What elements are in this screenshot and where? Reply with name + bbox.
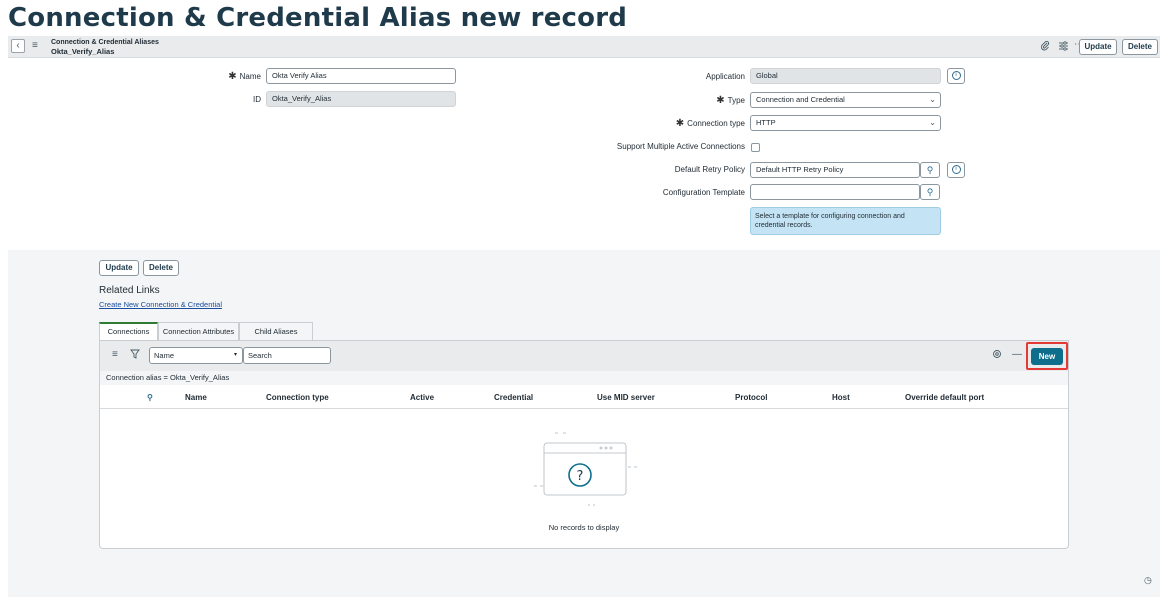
update-button-bottom[interactable]: Update bbox=[99, 260, 139, 276]
tab-connection-attributes[interactable]: Connection Attributes bbox=[158, 322, 239, 340]
application-info-icon[interactable]: i bbox=[947, 68, 965, 84]
history-icon[interactable]: ◷ bbox=[1144, 575, 1152, 586]
empty-state-illustration: ? bbox=[534, 432, 637, 506]
config-template-field[interactable] bbox=[750, 184, 920, 200]
search-column-value: Name bbox=[154, 351, 175, 360]
multiple-active-checkbox[interactable] bbox=[751, 143, 760, 152]
record-name: Okta_Verify_Alias bbox=[51, 47, 115, 56]
caret-down-icon: ▾ bbox=[233, 352, 237, 358]
tab-connections[interactable]: Connections bbox=[99, 322, 158, 340]
required-icon: ✱ bbox=[228, 71, 237, 82]
paperclip-icon[interactable] bbox=[1040, 40, 1050, 55]
column-header-connection-type[interactable]: Connection type bbox=[266, 392, 329, 404]
connection-type-value: HTTP bbox=[756, 118, 776, 127]
empty-state-text: No records to display bbox=[548, 523, 620, 532]
name-field[interactable]: Okta Verify Alias bbox=[266, 68, 456, 84]
column-header-override-default-port[interactable]: Override default port bbox=[905, 392, 984, 404]
id-label: ID bbox=[253, 95, 261, 104]
record-title: Connection & Credential Aliases Okta_Ver… bbox=[51, 38, 159, 56]
connection-type-select[interactable]: HTTP ⌄ bbox=[750, 115, 941, 131]
back-icon[interactable]: ‹ bbox=[11, 39, 25, 53]
search-column-select[interactable]: Name ▾ bbox=[149, 347, 243, 364]
collapse-icon[interactable]: — bbox=[1012, 349, 1022, 361]
application-label: Application bbox=[705, 72, 745, 81]
config-template-hint: Select a template for configuring connec… bbox=[750, 207, 941, 235]
column-header-protocol[interactable]: Protocol bbox=[735, 392, 767, 404]
new-button-highlight: New bbox=[1026, 342, 1068, 370]
application-field: Global bbox=[750, 68, 941, 84]
tab-child-aliases[interactable]: Child Aliases bbox=[239, 322, 313, 340]
chevron-down-icon: ⌄ bbox=[929, 118, 936, 127]
required-icon: ✱ bbox=[675, 118, 685, 129]
related-links-title: Related Links bbox=[99, 285, 160, 296]
connections-list: ≡ Name ▾ Search — New Connection alias = … bbox=[99, 340, 1069, 549]
multiple-active-label: Support Multiple Active Connections bbox=[616, 142, 745, 151]
new-button[interactable]: New bbox=[1031, 348, 1063, 365]
config-template-search-icon[interactable]: ⚲ bbox=[920, 184, 940, 200]
list-menu-icon[interactable]: ≡ bbox=[112, 349, 118, 361]
type-select-value: Connection and Credential bbox=[756, 95, 845, 104]
column-header-active[interactable]: Active bbox=[410, 392, 434, 404]
column-header-credential[interactable]: Credential bbox=[494, 392, 533, 404]
filter-icon[interactable] bbox=[130, 349, 140, 363]
type-label: ✱ Type bbox=[716, 95, 745, 106]
required-icon: ✱ bbox=[716, 95, 725, 106]
retry-policy-search-icon[interactable]: ⚲ bbox=[920, 162, 940, 178]
header-divider bbox=[100, 408, 1068, 409]
type-select[interactable]: Connection and Credential ⌄ bbox=[750, 92, 941, 108]
settings-sliders-icon[interactable] bbox=[1058, 40, 1069, 55]
retry-policy-label: Default Retry Policy bbox=[674, 165, 745, 174]
breadcrumb-table: Connection & Credential Aliases bbox=[51, 39, 159, 46]
config-template-label: Configuration Template bbox=[662, 188, 745, 197]
hamburger-menu-icon[interactable]: ≡ bbox=[32, 40, 38, 52]
retry-policy-info-icon[interactable]: i bbox=[947, 162, 965, 178]
list-settings-icon[interactable] bbox=[992, 349, 1002, 363]
column-header-host[interactable]: Host bbox=[832, 392, 850, 404]
column-header-name[interactable]: Name bbox=[185, 392, 207, 404]
chevron-down-icon: ⌄ bbox=[929, 95, 936, 104]
retry-policy-field[interactable]: Default HTTP Retry Policy bbox=[750, 162, 920, 178]
list-search-input[interactable]: Search bbox=[243, 347, 331, 364]
column-header-use-mid-server[interactable]: Use MID server bbox=[597, 392, 655, 404]
svg-text:?: ? bbox=[577, 469, 584, 484]
delete-button[interactable]: Delete bbox=[1122, 39, 1158, 55]
id-field: Okta_Verify_Alias bbox=[266, 91, 456, 107]
connection-type-label: ✱ Connection type bbox=[675, 118, 745, 129]
column-search-icon[interactable]: ⚲ bbox=[147, 392, 153, 404]
record-header-bar: ‹ ≡ Connection & Credential Aliases Okta… bbox=[8, 36, 1160, 58]
delete-button-bottom[interactable]: Delete bbox=[143, 260, 179, 276]
create-connection-link[interactable]: Create New Connection & Credential bbox=[99, 300, 222, 310]
list-toolbar: ≡ Name ▾ Search — New bbox=[100, 341, 1068, 371]
name-label: ✱ Name bbox=[228, 71, 261, 82]
page-heading: Connection & Credential Alias new record bbox=[8, 3, 628, 33]
list-filter-breadcrumb[interactable]: Connection alias = Okta_Verify_Alias bbox=[100, 371, 1068, 385]
update-button[interactable]: Update bbox=[1079, 39, 1117, 55]
